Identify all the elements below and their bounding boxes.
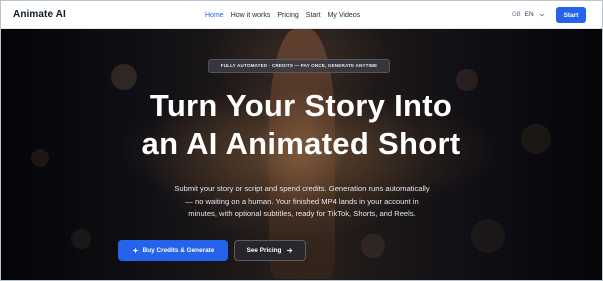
hero-title: Turn Your Story Into an AI Animated Shor… — [101, 87, 501, 163]
hero-subtitle: Submit your story or script and spend cr… — [174, 184, 430, 218]
nav-my-videos[interactable]: My Videos — [328, 11, 361, 20]
buy-credits-label: Buy Credits & Generate — [142, 247, 215, 254]
hero-section: FULLY AUTOMATED · CREDITS — PAY ONCE, GE… — [1, 29, 602, 280]
top-navbar: Animate AI Home How it works Pricing Sta… — [1, 1, 602, 29]
main-nav: Home How it works Pricing Start My Video… — [205, 11, 367, 20]
language-selector[interactable]: GB EN — [512, 11, 545, 18]
sparkle-icon — [131, 247, 139, 254]
buy-credits-button[interactable]: Buy Credits & Generate — [118, 240, 228, 261]
chevron-down-icon — [539, 12, 545, 18]
hero-title-line-2: an AI Animated Short — [141, 126, 461, 161]
nav-start[interactable]: Start — [306, 11, 321, 20]
see-pricing-label: See Pricing — [246, 247, 282, 254]
brand-logo[interactable]: Animate AI — [13, 9, 66, 20]
see-pricing-button[interactable]: See Pricing — [234, 240, 306, 261]
language-code: EN — [524, 11, 534, 18]
nav-home[interactable]: Home — [205, 11, 224, 20]
arrow-right-icon — [286, 247, 293, 254]
nav-how-it-works[interactable]: How it works — [231, 11, 271, 20]
hero-badge: FULLY AUTOMATED · CREDITS — PAY ONCE, GE… — [208, 59, 390, 73]
start-button[interactable]: Start — [556, 7, 586, 23]
hero-title-line-1: Turn Your Story Into — [149, 88, 453, 123]
flag-gb-icon: GB — [512, 11, 521, 18]
nav-pricing[interactable]: Pricing — [277, 11, 298, 20]
